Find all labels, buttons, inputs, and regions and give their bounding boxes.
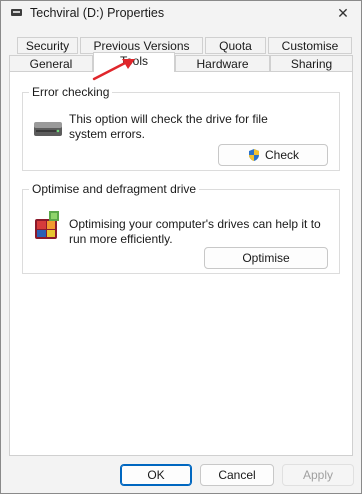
defrag-icon [35,211,59,239]
shield-icon [248,149,259,161]
tools-panel: Error checking This option will check th… [9,71,353,456]
error-checking-group: Error checking This option will check th… [22,85,340,171]
properties-window: Techviral (D:) Properties ✕ Security Pre… [0,0,362,494]
tab-hardware[interactable]: Hardware [175,55,270,72]
dialog-footer: OK Cancel Apply [1,456,361,493]
tab-general[interactable]: General [9,55,93,72]
error-checking-description: This option will check the drive for fil… [69,112,268,141]
title-bar: Techviral (D:) Properties ✕ [1,1,361,27]
error-checking-legend: Error checking [29,85,113,99]
window-title: Techviral (D:) Properties [30,6,165,20]
check-button[interactable]: Check [218,144,328,166]
drive-icon [34,122,62,136]
check-button-label: Check [264,148,299,162]
tab-quota[interactable]: Quota [205,37,266,54]
optimise-description: Optimising your computer's drives can he… [69,217,321,246]
tab-sharing[interactable]: Sharing [270,55,353,72]
ok-button[interactable]: OK [120,464,192,486]
close-icon[interactable]: ✕ [333,3,353,23]
cancel-button[interactable]: Cancel [200,464,274,486]
apply-button: Apply [282,464,354,486]
tab-security[interactable]: Security [17,37,78,54]
optimise-group: Optimise and defragment drive Optimising… [22,182,340,274]
drive-icon [11,9,22,16]
annotation-arrow [92,59,135,81]
tab-customise[interactable]: Customise [268,37,352,54]
optimise-button[interactable]: Optimise [204,247,328,269]
optimise-legend: Optimise and defragment drive [29,182,200,196]
